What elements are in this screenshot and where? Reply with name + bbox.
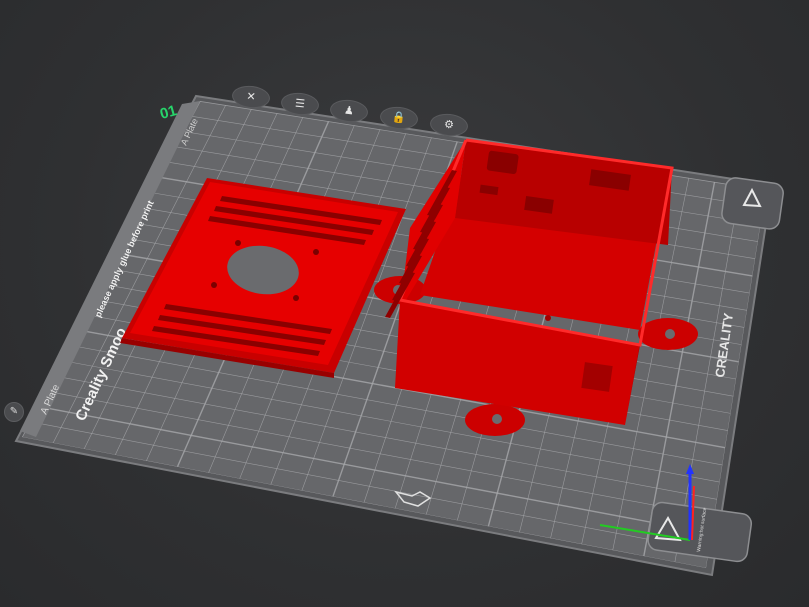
arrange-icon: ☰ — [294, 96, 306, 111]
3d-viewport[interactable]: Creality Smoo please apply glue before p… — [0, 0, 809, 607]
close-icon: ✕ — [245, 89, 257, 104]
settings-icon: ⚙ — [443, 117, 455, 132]
auto-orient-icon: ♟ — [343, 103, 355, 118]
edit-plate-name-button[interactable]: ✎ — [4, 402, 24, 422]
build-plate-scene[interactable]: Creality Smoo please apply glue before p… — [0, 0, 809, 607]
warning-badge-top — [721, 177, 784, 230]
lock-icon: 🔒 — [391, 110, 407, 125]
pencil-icon: ✎ — [9, 406, 19, 417]
